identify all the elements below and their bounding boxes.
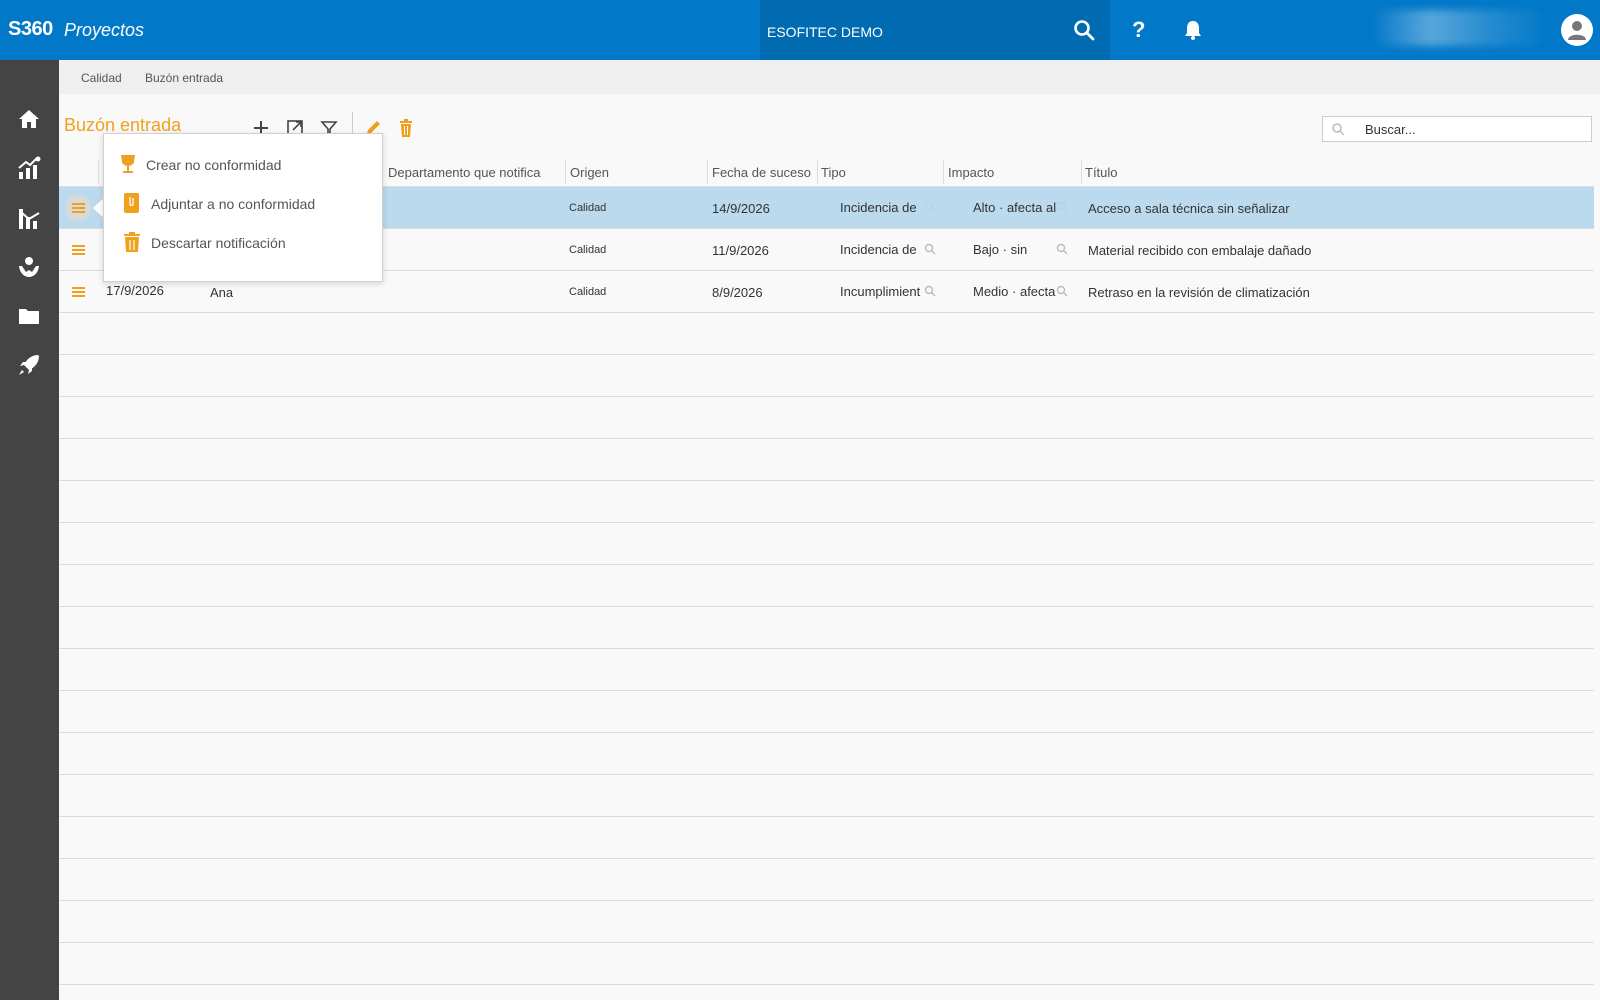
cell-fecha-suceso: 8/9/2026: [712, 285, 763, 300]
help-icon[interactable]: ?: [1132, 17, 1145, 43]
empty-row: [59, 775, 1594, 817]
lookup-icon[interactable]: [1056, 243, 1068, 255]
search-icon[interactable]: [1072, 18, 1096, 42]
cell-fecha-suceso: 14/9/2026: [712, 201, 770, 216]
empty-row: [59, 607, 1594, 649]
cell-titulo: Retraso en la revisión de climatización: [1088, 285, 1310, 300]
breadcrumb-item-calidad[interactable]: Calidad: [81, 71, 122, 85]
column-header-tipo[interactable]: Tipo: [821, 165, 846, 180]
top-bar: S360 Proyectos ESOFITEC DEMO ?: [0, 0, 1600, 60]
menu-icon: [72, 203, 85, 213]
care-icon[interactable]: [16, 254, 42, 280]
column-separator: [943, 160, 944, 184]
avatar[interactable]: [1561, 14, 1593, 46]
cell-origen: Calidad: [569, 286, 607, 298]
empty-row: [59, 859, 1594, 901]
lookup-icon[interactable]: [1056, 201, 1068, 213]
column-header-impacto[interactable]: Impacto: [948, 165, 994, 180]
empty-row: [59, 943, 1594, 985]
cell-titulo: Acceso a sala técnica sin señalizar: [1088, 201, 1290, 216]
empty-row: [59, 355, 1594, 397]
trophy-icon: [121, 155, 135, 173]
menu-item-adjuntar[interactable]: Adjuntar a no conformidad: [118, 188, 373, 218]
empty-row: [59, 439, 1594, 481]
menu-icon: [72, 245, 85, 255]
empty-row: [59, 691, 1594, 733]
empty-row: [59, 565, 1594, 607]
column-separator: [817, 160, 818, 184]
lookup-icon[interactable]: [1056, 285, 1068, 297]
cell-origen: Calidad: [569, 244, 607, 256]
cell-tipo: Incumplimient: [840, 284, 921, 299]
empty-row: [59, 523, 1594, 565]
menu-item-label: Crear no conformidad: [146, 157, 282, 173]
user-icon: [1568, 21, 1586, 40]
row-menu-button[interactable]: [65, 279, 91, 305]
cell-impacto: Alto · afecta al: [973, 200, 1057, 215]
sidebar: [0, 60, 59, 1000]
breadcrumb: Calidad Buzón entrada: [59, 60, 1600, 94]
column-separator: [565, 160, 566, 184]
folder-icon[interactable]: [16, 303, 42, 329]
analytics-icon[interactable]: [16, 155, 42, 181]
user-name-blurred[interactable]: [1370, 10, 1550, 46]
column-header-departamento[interactable]: Departamento que notifica: [388, 165, 540, 180]
empty-row: [59, 985, 1594, 1000]
empty-row: [59, 313, 1594, 355]
cell-origen: Calidad: [569, 202, 607, 214]
cell-fecha-alta: 17/9/2026: [106, 283, 164, 298]
company-name: ESOFITEC DEMO: [767, 24, 883, 40]
empty-row: [59, 817, 1594, 859]
chart-icon[interactable]: [16, 205, 42, 231]
menu-item-label: Adjuntar a no conformidad: [151, 196, 316, 212]
cell-tipo: Incidencia de: [840, 200, 917, 215]
cell-impacto: Bajo · sin: [973, 242, 1028, 257]
company-selector[interactable]: ESOFITEC DEMO: [760, 0, 1110, 60]
column-header-titulo[interactable]: Título: [1085, 165, 1118, 180]
empty-row: [59, 649, 1594, 691]
search-input[interactable]: [1365, 121, 1580, 137]
row-menu-button[interactable]: [65, 195, 91, 221]
empty-row: [59, 397, 1594, 439]
notifications-table: Departamento que notifica Origen Fecha d…: [59, 158, 1594, 1000]
app-name[interactable]: Proyectos: [64, 20, 144, 41]
empty-row: [59, 733, 1594, 775]
menu-item-descartar[interactable]: Descartar notificación: [118, 227, 373, 257]
menu-item-label: Descartar notificación: [151, 235, 286, 251]
trash-icon: [124, 232, 140, 252]
column-header-fecha-suceso[interactable]: Fecha de suceso: [712, 165, 811, 180]
menu-item-crear-no-conformidad[interactable]: Crear no conformidad: [118, 149, 373, 179]
lookup-icon[interactable]: [924, 201, 936, 213]
column-separator: [707, 160, 708, 184]
lookup-icon[interactable]: [924, 243, 936, 255]
row-context-menu: Crear no conformidad Adjuntar a no confo…: [103, 133, 383, 282]
home-icon[interactable]: [16, 106, 42, 132]
rocket-icon[interactable]: [16, 352, 42, 378]
column-separator: [98, 160, 99, 184]
empty-row: [59, 481, 1594, 523]
cell-impacto: Medio · afecta: [973, 284, 1056, 299]
search-icon: [1332, 123, 1345, 136]
search-box[interactable]: [1322, 116, 1592, 142]
cell-tipo: Incidencia de: [840, 242, 917, 257]
lookup-icon[interactable]: [924, 285, 936, 297]
column-header-origen[interactable]: Origen: [570, 165, 609, 180]
menu-icon: [72, 287, 85, 297]
breadcrumb-item-buzon[interactable]: Buzón entrada: [145, 71, 223, 85]
bell-icon[interactable]: [1182, 19, 1204, 41]
column-separator: [1081, 160, 1082, 184]
cell-notificador: Ana: [210, 285, 234, 300]
delete-icon[interactable]: [396, 118, 416, 138]
cell-fecha-suceso: 11/9/2026: [712, 243, 769, 258]
brand-logo[interactable]: S360: [8, 18, 53, 41]
empty-row: [59, 901, 1594, 943]
cell-titulo: Material recibido con embalaje dañado: [1088, 243, 1312, 258]
row-menu-button[interactable]: [65, 237, 91, 263]
attach-document-icon: [124, 193, 139, 213]
